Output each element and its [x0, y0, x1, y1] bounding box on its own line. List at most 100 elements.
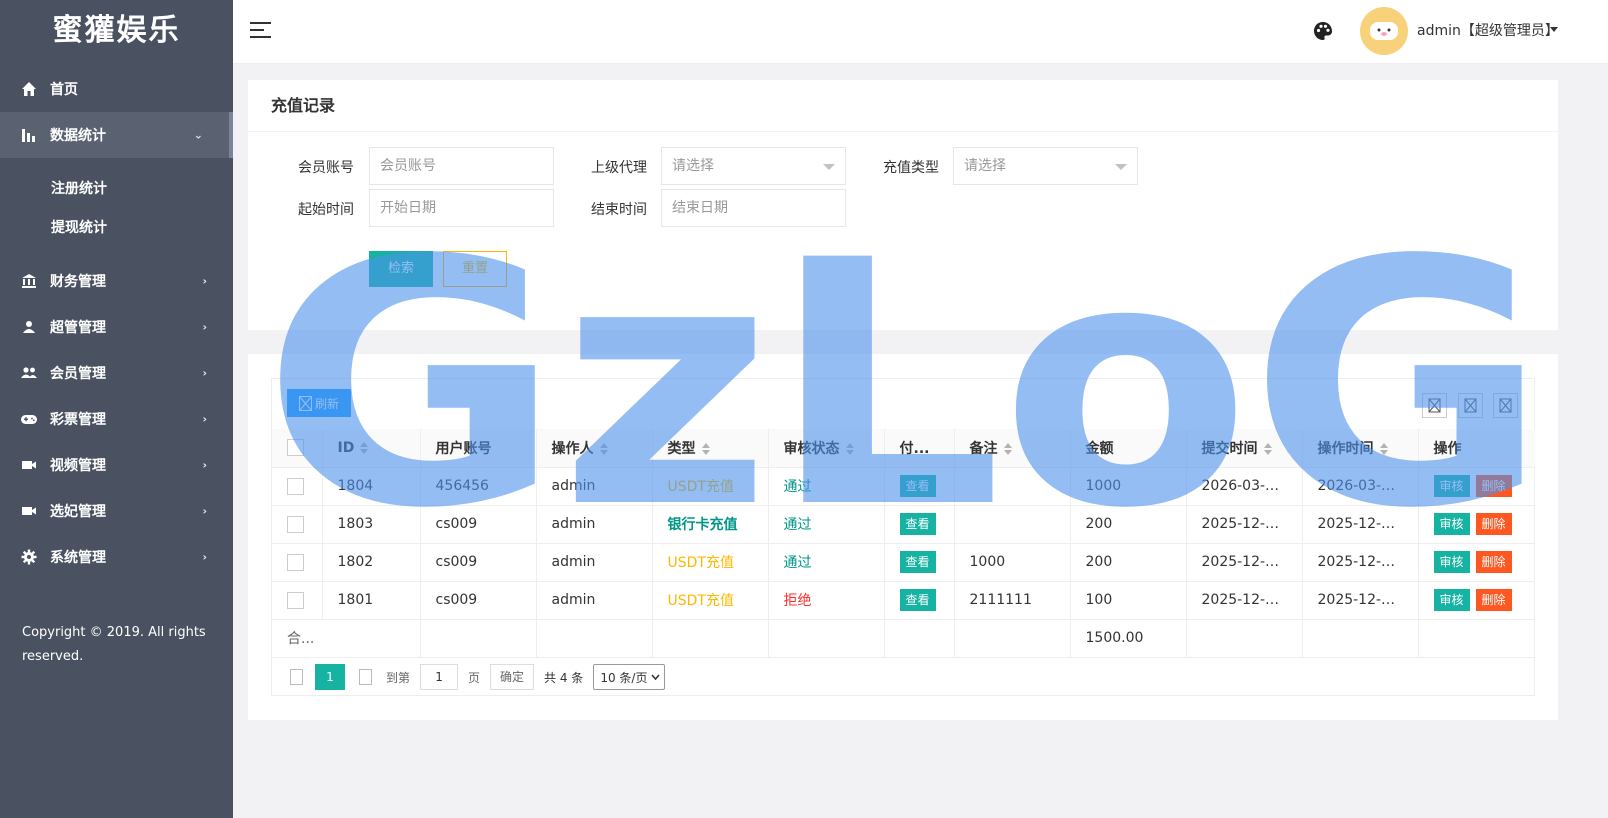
sort-icon[interactable]	[1263, 442, 1272, 455]
refresh-button[interactable]: 刷新	[287, 389, 351, 417]
sidebar-item-finance[interactable]: 财务管理 ›	[0, 258, 233, 304]
column-header: 金额	[1070, 429, 1187, 468]
view-button[interactable]: 查看	[899, 475, 936, 497]
home-icon	[20, 80, 38, 98]
goto-page-input[interactable]: 1	[420, 664, 459, 690]
table-row: 1801 cs009 admin USDT充值 拒绝 查看 2111111 10…	[272, 581, 1535, 620]
table-header-row: ID 用户账号 操作人 类型 审核状态 付... 备注 金额 提交时间 操作时间…	[272, 429, 1535, 468]
row-checkbox[interactable]	[287, 477, 304, 495]
filter-columns-icon[interactable]	[1422, 393, 1447, 418]
column-header[interactable]: 类型	[652, 429, 769, 468]
sidebar-subitem-register-stats[interactable]: 注册统计	[0, 168, 233, 207]
sidebar-item-lottery[interactable]: 彩票管理 ›	[0, 396, 233, 442]
sidebar-item-members[interactable]: 会员管理 ›	[0, 350, 233, 396]
end-date-input[interactable]: 结束日期	[661, 189, 846, 227]
cell-type: USDT充值	[652, 467, 769, 506]
sort-icon[interactable]	[845, 442, 854, 455]
start-date-input[interactable]: 开始日期	[369, 189, 554, 227]
recharge-type-label: 充值类型	[883, 160, 939, 176]
cell-amount: 1000	[1070, 467, 1187, 506]
sidebar-item-data-stats[interactable]: 数据统计 ⌄	[0, 112, 233, 158]
column-header[interactable]: 操作时间	[1302, 429, 1419, 468]
next-page-icon[interactable]	[359, 669, 372, 685]
chevron-down-icon	[651, 674, 661, 680]
goto-confirm-button[interactable]: 确定	[490, 664, 535, 690]
data-table-container: 刷新 ID 用户账号 操作人 类型 审核状态 付... 备注 金额 提交时间 操…	[271, 378, 1535, 696]
recharge-type-select[interactable]: 请选择	[953, 147, 1138, 185]
sidebar-item-label: 视频管理	[50, 458, 106, 474]
column-header[interactable]: 审核状态	[768, 429, 885, 468]
cell-type: USDT充值	[652, 581, 769, 620]
user-name[interactable]: admin【超级管理员】	[1417, 20, 1559, 40]
sidebar-item-select-concubine[interactable]: 选妃管理 ›	[0, 488, 233, 534]
current-page[interactable]: 1	[315, 664, 345, 690]
column-header[interactable]: 备注	[954, 429, 1071, 468]
sidebar-item-video[interactable]: 视频管理 ›	[0, 442, 233, 488]
avatar[interactable]	[1360, 7, 1408, 55]
delete-button[interactable]: 删除	[1475, 551, 1512, 573]
print-icon[interactable]	[1493, 393, 1518, 418]
select-all-cell[interactable]	[272, 429, 323, 468]
page-size-select[interactable]: 10 条/页	[593, 664, 666, 690]
row-checkbox[interactable]	[287, 553, 304, 571]
sort-icon[interactable]	[360, 441, 369, 454]
page-size-value: 10 条/页	[600, 670, 648, 685]
cell-op-time: 2025-12-04...	[1302, 581, 1419, 620]
start-time-label: 起始时间	[298, 202, 354, 218]
chevron-down-icon: ⌄	[193, 128, 203, 142]
bar-chart-icon	[20, 126, 38, 144]
sort-icon[interactable]	[1003, 442, 1012, 455]
audit-button[interactable]: 审核	[1433, 475, 1470, 497]
bank-icon	[20, 272, 38, 290]
view-button[interactable]: 查看	[899, 551, 936, 573]
audit-button[interactable]: 审核	[1433, 551, 1470, 573]
cell-operator: admin	[536, 505, 653, 544]
pagination: 1 到第 1 页 确定 共 4 条 10 条/页	[272, 657, 1534, 697]
audit-button[interactable]: 审核	[1433, 513, 1470, 535]
member-account-input[interactable]: 会员账号	[369, 147, 554, 185]
view-button[interactable]: 查看	[899, 589, 936, 611]
cell-user: cs009	[420, 581, 537, 620]
delete-button[interactable]: 删除	[1475, 475, 1512, 497]
sort-icon[interactable]	[701, 442, 710, 455]
prev-page-icon[interactable]	[290, 669, 303, 685]
chevron-right-icon: ›	[202, 320, 207, 334]
parent-agent-select[interactable]: 请选择	[661, 147, 846, 185]
delete-button[interactable]: 删除	[1475, 589, 1512, 611]
sidebar-item-label: 数据统计	[50, 128, 106, 144]
caret-down-icon[interactable]	[1550, 27, 1558, 32]
cell-submit-time: 2026-03-20...	[1186, 467, 1303, 506]
sidebar-subitem-withdraw-stats[interactable]: 提现统计	[0, 207, 233, 246]
records-panel: 刷新 ID 用户账号 操作人 类型 审核状态 付... 备注 金额 提交时间 操…	[248, 354, 1558, 720]
audit-button[interactable]: 审核	[1433, 589, 1470, 611]
cell-note: 1000	[954, 543, 1071, 582]
row-checkbox[interactable]	[287, 591, 304, 609]
refresh-label: 刷新	[314, 396, 339, 411]
sort-icon[interactable]	[1379, 442, 1388, 455]
export-icon[interactable]	[1458, 393, 1483, 418]
column-header[interactable]: 操作人	[536, 429, 653, 468]
cell-status: 通过	[768, 505, 885, 544]
delete-button[interactable]: 删除	[1475, 513, 1512, 535]
cell-amount: 200	[1070, 543, 1187, 582]
cell-op-time: 2026-03-20...	[1302, 467, 1419, 506]
column-header[interactable]: 提交时间	[1186, 429, 1303, 468]
search-button[interactable]: 检索	[369, 251, 433, 287]
sort-icon[interactable]	[599, 442, 608, 455]
sidebar-item-home[interactable]: 首页	[0, 66, 233, 112]
sidebar-item-super-admin[interactable]: 超管管理 ›	[0, 304, 233, 350]
search-panel: 充值记录 会员账号 会员账号 上级代理 请选择 充值类型 请选择 起始时间 开始…	[248, 80, 1558, 330]
page-unit: 页	[468, 670, 481, 685]
cell-submit-time: 2025-12-04...	[1186, 581, 1303, 620]
row-checkbox[interactable]	[287, 515, 304, 533]
records-table: ID 用户账号 操作人 类型 审核状态 付... 备注 金额 提交时间 操作时间…	[272, 429, 1535, 658]
cell-note	[954, 467, 1071, 506]
sidebar-item-system[interactable]: 系统管理 ›	[0, 534, 233, 580]
end-time-label: 结束时间	[591, 202, 647, 218]
reset-button[interactable]: 重置	[443, 251, 507, 287]
menu-toggle-icon[interactable]	[250, 22, 271, 39]
view-button[interactable]: 查看	[899, 513, 936, 535]
select-all-checkbox[interactable]	[287, 439, 304, 457]
column-header[interactable]: ID	[322, 429, 421, 468]
theme-palette-icon[interactable]	[1313, 21, 1335, 43]
